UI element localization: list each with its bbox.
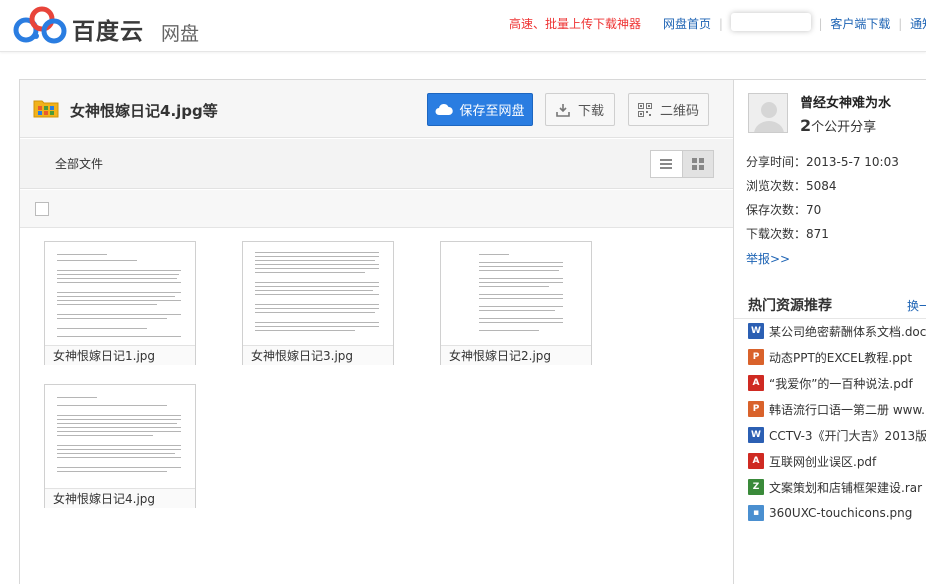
user-menu[interactable] [730,12,811,31]
nav-separator: | [718,17,723,31]
hot-resource-label: “我爱你”的一百种说法.pdf [769,376,913,391]
top-bar: 百度云 网盘 高速、批量上传下载神器 网盘首页 | | 客户端下载 | 通知 [0,0,926,52]
file-thumbnail[interactable]: 女神恨嫁日记3.jpg [242,241,394,365]
nav-notify-link[interactable]: 通知 [910,17,926,31]
file-toolbar: 全部文件 [20,139,733,189]
download-label: 下载 [577,104,604,119]
download-icon [556,103,570,117]
divider [734,318,926,319]
avatar[interactable] [748,93,788,133]
image-preview [53,248,187,342]
public-share-count[interactable]: 2个公开分享 [800,116,876,135]
qr-code-button[interactable]: 二维码 [628,93,709,126]
hot-resource-item[interactable]: A 互联网创业误区.pdf [748,452,876,470]
image-icon: ▪ [748,505,764,521]
breadcrumb-all-files[interactable]: 全部文件 [55,155,103,172]
archive-icon: Z [748,479,764,495]
share-title: 女神恨嫁日记4.jpg等 [70,102,218,120]
word-icon: W [748,427,764,443]
hot-resource-item[interactable]: W 某公司绝密薪酬体系文档.doc [748,322,926,340]
share-panel: 女神恨嫁日记4.jpg等 保存至网盘 下载 二维码 全部文件 女神恨嫁日记1.j… [19,79,733,584]
file-thumbnail[interactable]: 女神恨嫁日记2.jpg [440,241,592,365]
brand-subtitle: 网盘 [161,23,200,45]
hot-resource-item[interactable]: A “我爱你”的一百种说法.pdf [748,374,913,392]
save-to-cloud-label: 保存至网盘 [459,104,525,119]
grid-view-icon [691,158,704,170]
hot-resource-label: CCTV-3《开门大吉》2013版节 [769,428,926,443]
view-toggle [650,150,714,178]
baidu-cloud-logo[interactable] [12,6,68,46]
default-avatar-icon [749,94,787,132]
image-preview [449,248,583,342]
hot-resource-label: 韩语流行口语一第二册 www.h [769,402,926,417]
file-name: 女神恨嫁日记1.jpg [45,345,195,365]
brand-name: 百度云 [72,19,144,45]
hot-resource-item[interactable]: P 动态PPT的EXCEL教程.ppt [748,348,912,366]
file-name: 女神恨嫁日记2.jpg [441,345,591,365]
view-count: 浏览次数：5084 [746,179,837,193]
qr-code-label: 二维码 [659,104,699,119]
ppt-icon: P [748,401,764,417]
pdf-icon: A [748,375,764,391]
image-preview [251,248,385,342]
hot-resource-label: 文案策划和店铺框架建设.rar [769,480,923,495]
file-name: 女神恨嫁日记4.jpg [45,488,195,508]
hot-resource-item[interactable]: Z 文案策划和店铺框架建设.rar [748,478,922,496]
promo-link[interactable]: 高速、批量上传下载神器 [509,15,641,32]
nav-client-download-link[interactable]: 客户端下载 [830,17,890,31]
hot-resource-label: 某公司绝密薪酬体系文档.doc [769,324,926,339]
list-view-button[interactable] [651,151,682,177]
file-name: 女神恨嫁日记3.jpg [243,345,393,365]
download-button[interactable]: 下载 [545,93,615,126]
word-icon: W [748,323,764,339]
nav-separator: | [818,17,823,31]
pdf-icon: A [748,453,764,469]
save-count: 保存次数：70 [746,203,822,217]
hot-resource-item[interactable]: W CCTV-3《开门大吉》2013版节 [748,426,926,444]
select-all-row [20,190,733,228]
nav-separator: | [898,17,903,31]
file-thumbnail[interactable]: 女神恨嫁日记1.jpg [44,241,196,365]
qr-code-icon [637,102,652,117]
share-count-number: 2 [800,116,812,135]
file-thumbnail[interactable]: 女神恨嫁日记4.jpg [44,384,196,508]
refresh-recommendations-link[interactable]: 换一 [907,297,926,314]
nav-home-link[interactable]: 网盘首页 [663,17,711,31]
share-count-suffix: 个公开分享 [811,120,877,135]
hot-resource-item[interactable]: ▪ 360UXC-touchicons.png [748,504,912,522]
grid-view-button[interactable] [681,151,713,177]
folder-icon [33,100,59,118]
hot-resource-label: 互联网创业误区.pdf [769,454,877,469]
share-header: 女神恨嫁日记4.jpg等 保存至网盘 下载 二维码 [20,80,733,138]
select-all-checkbox[interactable] [35,202,49,216]
hot-resource-label: 360UXC-touchicons.png [769,506,913,520]
image-preview [53,391,187,485]
share-time: 分享时间：2013-5-7 10:03 [746,155,899,169]
report-link[interactable]: 举报>> [746,250,790,267]
cloud-icon [435,103,454,115]
list-view-icon [660,159,673,169]
ppt-icon: P [748,349,764,365]
top-nav: 网盘首页 | | 客户端下载 | 通知 [663,12,926,34]
hot-resources-title: 热门资源推荐 [748,298,832,314]
share-sidebar: 曾经女神难为水 2个公开分享 分享时间：2013-5-7 10:03 浏览次数：… [733,79,926,584]
download-count: 下载次数：871 [746,227,829,241]
hot-resource-item[interactable]: P 韩语流行口语一第二册 www.h [748,400,926,418]
hot-resource-label: 动态PPT的EXCEL教程.ppt [769,350,913,365]
user-name[interactable]: 曾经女神难为水 [800,92,891,111]
save-to-cloud-button[interactable]: 保存至网盘 [427,93,533,126]
